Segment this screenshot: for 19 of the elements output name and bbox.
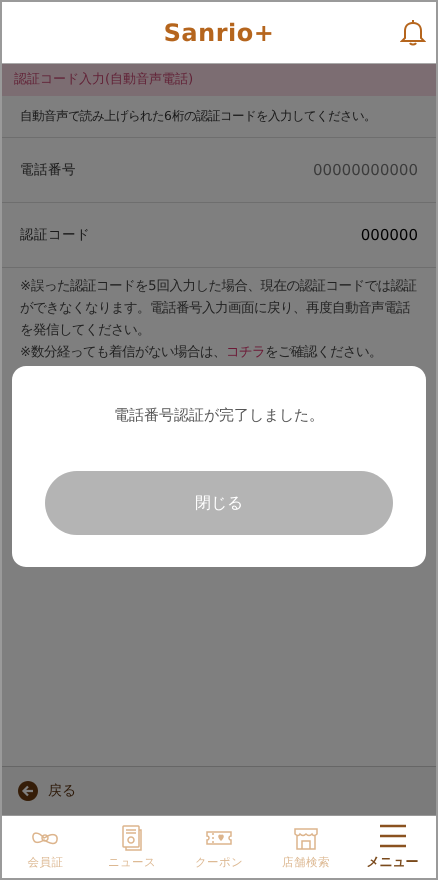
help-link[interactable]: コチラ	[226, 345, 266, 360]
field-label: 電話番号	[20, 161, 76, 179]
section-title: 認証コード入力(自動音声電話)	[2, 64, 436, 96]
tab-item[interactable]: クーポン	[176, 816, 262, 878]
note-text: ※数分経っても着信がない場合は、コチラ をご確認ください。	[20, 344, 384, 362]
back-button[interactable]: 戻る	[18, 781, 76, 801]
phone-number-value: 00000000000	[313, 161, 418, 179]
tab-item[interactable]: 店舗検索	[262, 816, 350, 878]
field-label: 認証コード	[20, 226, 90, 244]
tab-item[interactable]: メニュー	[349, 816, 436, 878]
note-text: ※誤った認証コードを5回入力した場合、現在の認証コードでは認証ができなくなります。電話番号入力画面に戻り、再度自動音声電話を発信してください。	[20, 278, 418, 340]
tab-item[interactable]: 会員証	[2, 816, 89, 878]
bell-icon[interactable]	[400, 18, 426, 46]
code-input-field[interactable]: 000000	[298, 226, 418, 244]
menu-icon	[378, 823, 408, 849]
dialog-message: 電話番号認証が完了しました。	[114, 406, 324, 425]
tab-item[interactable]: ニュース	[88, 816, 176, 878]
close-button[interactable]: 閉じる	[45, 471, 393, 535]
app-logo: Sanrio+	[164, 18, 274, 46]
